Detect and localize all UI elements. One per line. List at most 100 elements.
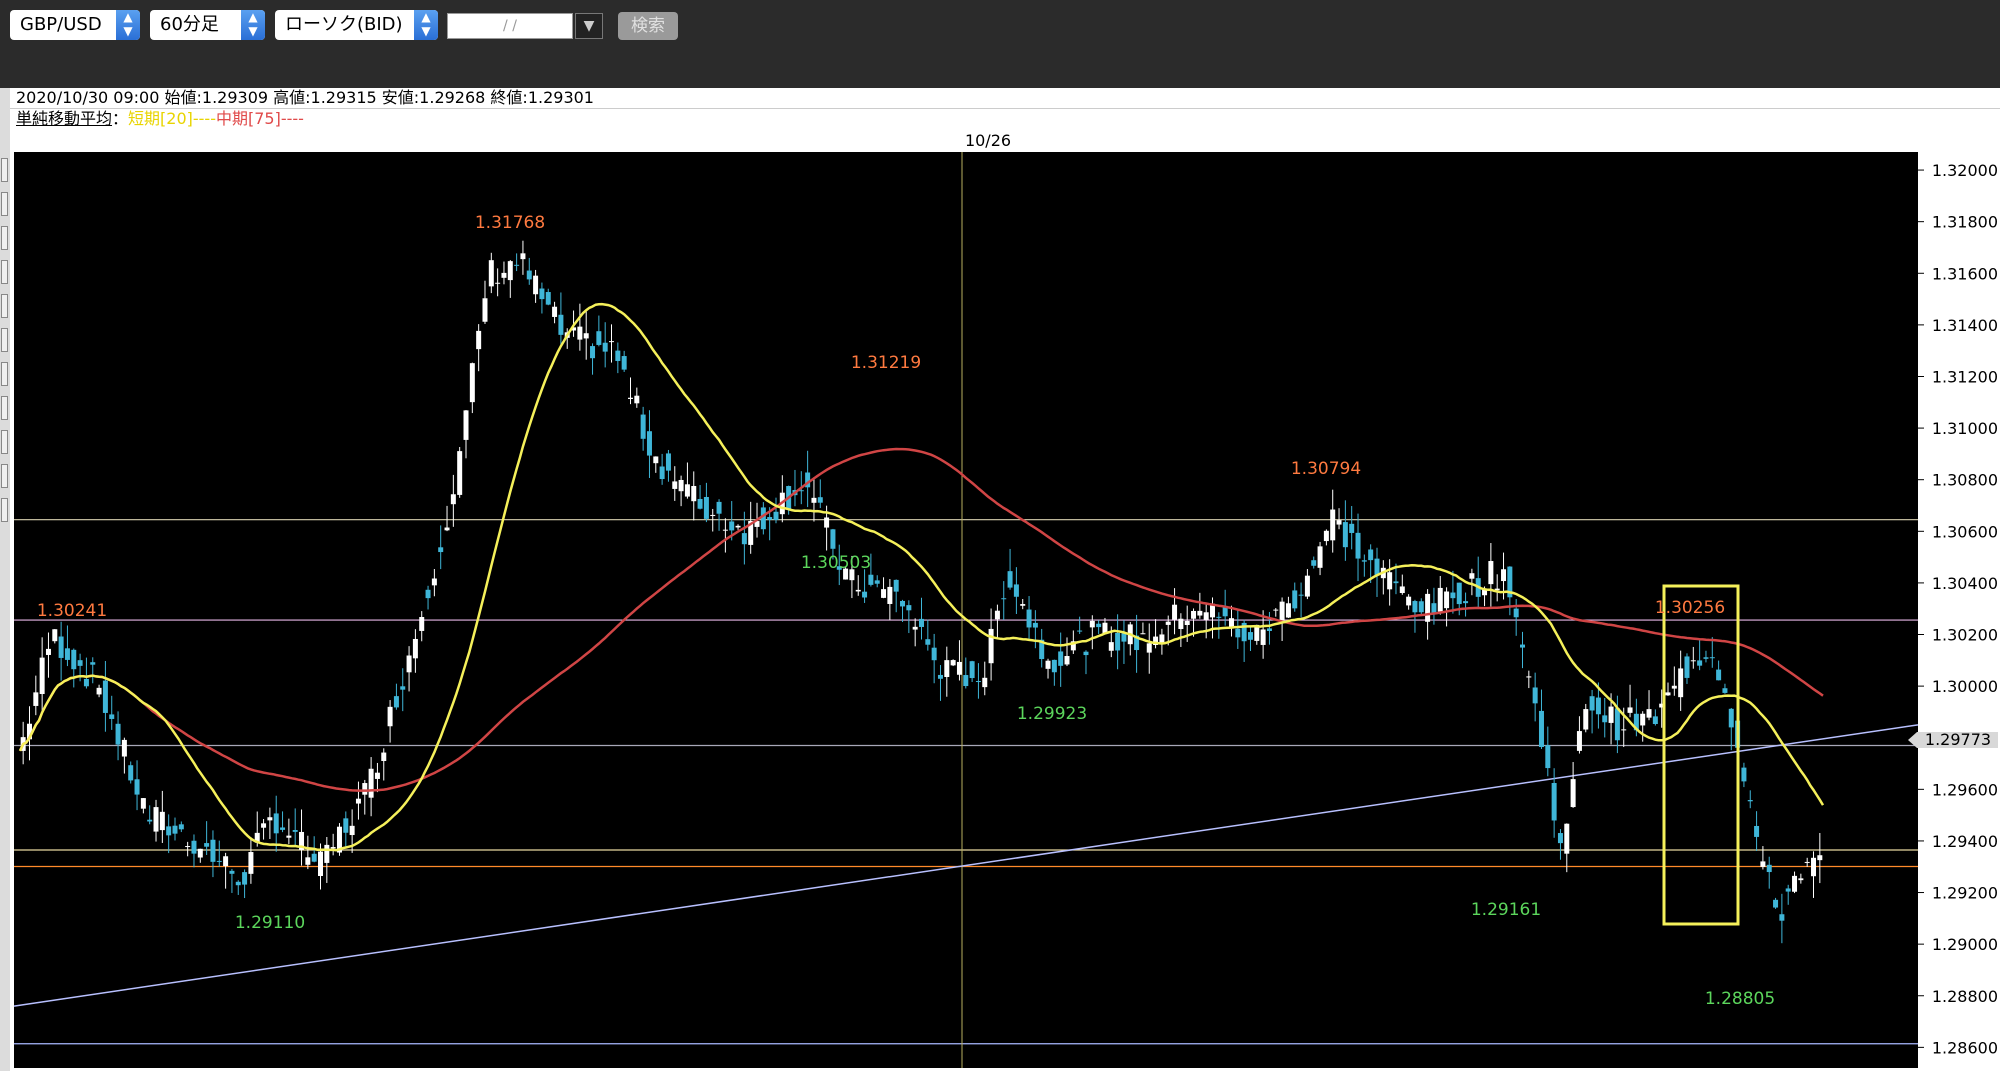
candle-body [609, 341, 615, 343]
candle-body [969, 661, 975, 679]
candle-body [1602, 715, 1608, 723]
candle-body [1406, 596, 1412, 606]
candle-body [1102, 622, 1108, 634]
candle-body [811, 497, 817, 503]
candle-body [400, 686, 406, 690]
candle-body [1178, 618, 1184, 630]
candle-body [621, 356, 627, 370]
candle-body [1191, 610, 1197, 619]
side-tab[interactable] [1, 192, 8, 216]
candle-body [887, 586, 893, 604]
side-tab[interactable] [1, 430, 8, 454]
candle-body [1697, 660, 1703, 666]
price-tick-label: 1.31400 [1932, 316, 1998, 335]
candle-body [33, 692, 39, 706]
candle-body [58, 636, 64, 658]
candle-body [242, 872, 248, 885]
price-tick-label: 1.29400 [1932, 832, 1998, 851]
candle-body [862, 591, 868, 598]
price-chart[interactable]: 10/26 1.32000 1.31800 1.31600 1.31400 1.3120… [10, 128, 2000, 1071]
ma-label[interactable]: 単純移動平均 [16, 109, 112, 128]
ma-legend-bar: 単純移動平均：短期[20]----中期[75]---- [10, 108, 2000, 128]
drawing-toolbar: ∩ ═ ╲ ─ │ ☰ ≡ ⟋ ➚ ◩ 🗑 ✎ 1 ▲▼ 通常線 ▲▼ ↗ [0, 44, 2000, 123]
low-label: 1.28805 [1705, 989, 1775, 1009]
candle-body [1051, 659, 1057, 673]
search-button[interactable]: 検索 [618, 12, 678, 40]
date-dropdown-button[interactable]: ▼ [575, 13, 603, 39]
candle-body [71, 649, 77, 670]
side-tab[interactable] [1, 260, 8, 284]
side-tab[interactable] [1, 464, 8, 488]
candle-body [1551, 782, 1557, 821]
candle-body [128, 765, 134, 781]
candle-body [1311, 560, 1317, 566]
candle-body [583, 333, 589, 339]
candle-body [1279, 601, 1285, 622]
low-label: 1.29923 [1017, 704, 1087, 724]
candle-body [982, 677, 988, 688]
candle-body [1488, 561, 1494, 585]
updown-arrow-icon: ▲▼ [116, 10, 140, 40]
candle-body [1792, 875, 1798, 892]
side-tab[interactable] [1, 498, 8, 522]
timeframe-select[interactable]: 60分足 ▲ ▼ [150, 10, 265, 40]
symbol-select[interactable]: GBP/USD ▲ ▼ [10, 10, 140, 40]
candle-body [1754, 825, 1760, 837]
candle-body [343, 818, 349, 833]
candle-body [330, 847, 336, 849]
candle-body [1374, 558, 1380, 575]
candle-body [1450, 592, 1456, 599]
candle-body [1513, 608, 1519, 618]
candle-body [514, 264, 520, 266]
candle-body [1766, 864, 1772, 873]
ohlc-text: 2020/10/30 09:00 始値:1.29309 高値:1.29315 安… [16, 88, 594, 107]
candle-body [640, 414, 646, 439]
candle-body [1431, 603, 1437, 614]
candle-body [1292, 590, 1298, 609]
candle-body [760, 507, 766, 530]
candle-body [697, 498, 703, 509]
candle-body [115, 723, 121, 745]
date-input[interactable]: / / [447, 13, 573, 39]
candle-body [223, 856, 229, 867]
candle-body [1608, 706, 1614, 723]
candle-body [1058, 651, 1064, 666]
price-tick-label: 1.30600 [1932, 522, 1998, 541]
candle-body [457, 451, 463, 495]
candle-body [1728, 708, 1734, 728]
candle-body [1235, 628, 1241, 638]
candle-body [191, 840, 197, 854]
top-toolbar: GBP/USD ▲ ▼ 60分足 ▲ ▼ ローソク(BID) ▲ ▼ / / ▼ 検索 [0, 0, 2000, 44]
candle-body [1165, 621, 1171, 625]
candle-body [368, 768, 374, 798]
candle-body [45, 648, 51, 655]
candle-body [1614, 708, 1620, 741]
candle-body [166, 826, 172, 836]
price-tick-label: 1.29200 [1932, 884, 1998, 903]
side-tab[interactable] [1, 328, 8, 352]
price-tick-label: 1.31600 [1932, 264, 1998, 283]
candle-body [147, 819, 153, 822]
side-tab[interactable] [1, 226, 8, 250]
candle-body [1260, 629, 1266, 645]
candle-body [210, 839, 216, 862]
candle-body [355, 798, 361, 804]
candle-body [1798, 878, 1804, 881]
candle-body [1690, 660, 1696, 662]
candle-body [1646, 709, 1652, 718]
side-tab[interactable] [1, 362, 8, 386]
candle-body [1273, 609, 1279, 611]
side-tab[interactable] [1, 158, 8, 182]
candle-body [615, 350, 621, 362]
side-tab[interactable] [1, 294, 8, 318]
price-tick-label: 1.30000 [1932, 677, 1998, 696]
chart-type-select[interactable]: ローソク(BID) ▲ ▼ [275, 10, 438, 40]
candle-body [1469, 573, 1475, 579]
candle-body [96, 687, 102, 695]
candle-body [552, 306, 558, 317]
side-tab[interactable] [1, 396, 8, 420]
candle-body [817, 497, 823, 503]
candle-body [1355, 532, 1361, 559]
candle-body [1064, 656, 1070, 665]
candle-body [381, 752, 387, 761]
